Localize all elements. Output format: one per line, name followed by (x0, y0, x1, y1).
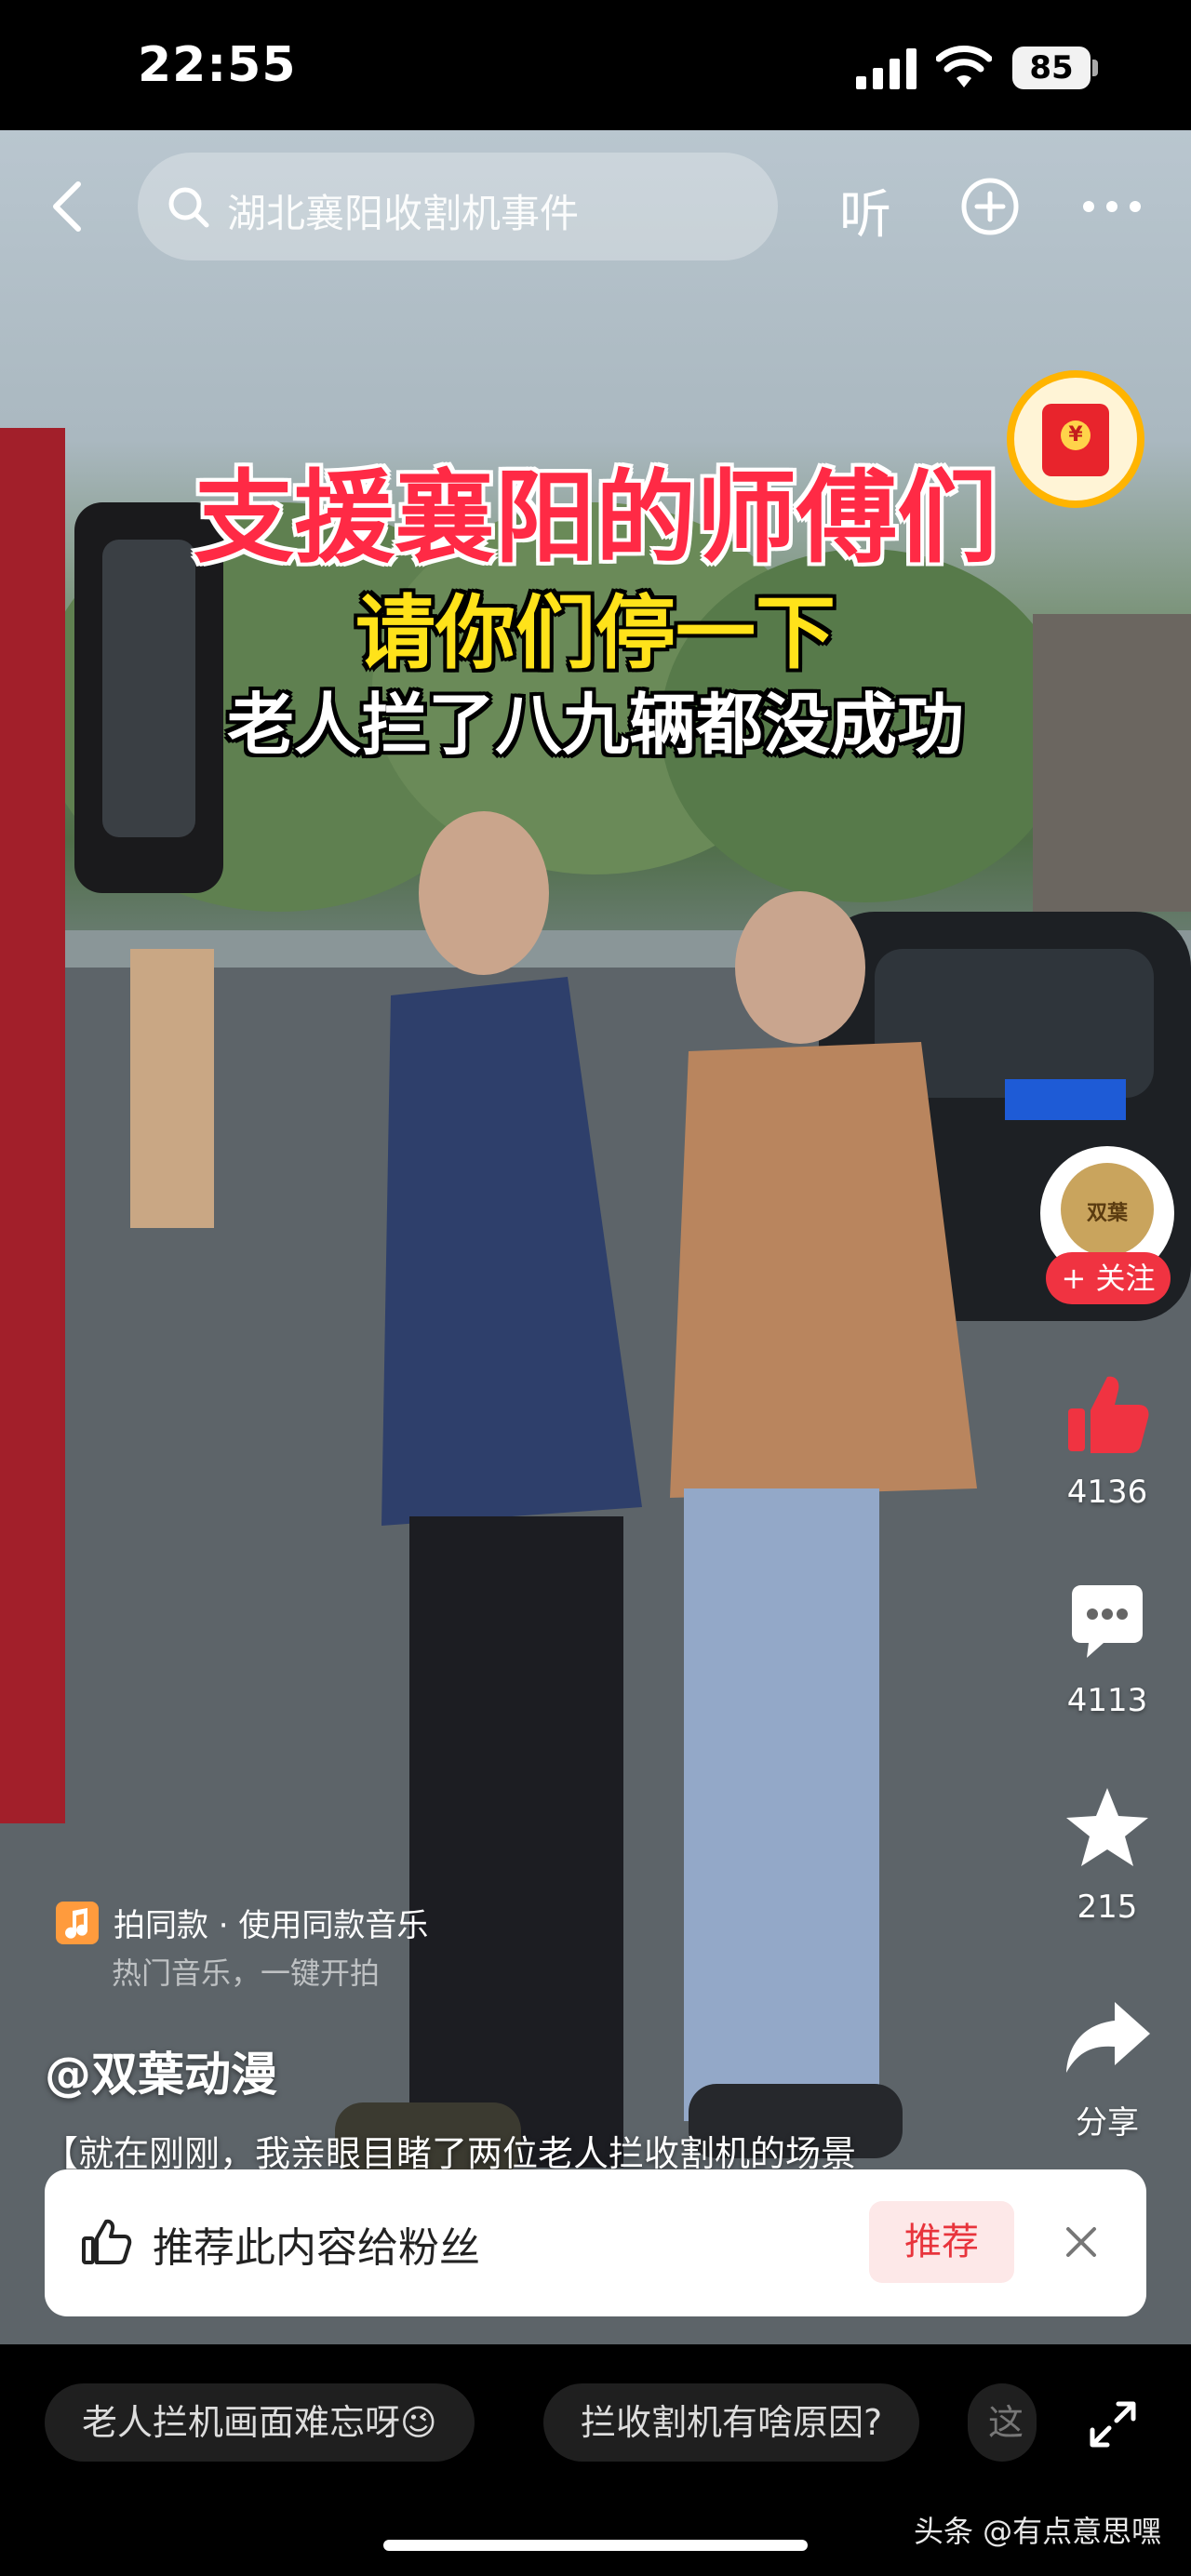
red-envelope-icon: ¥ (1042, 404, 1109, 476)
author-name[interactable]: @双葉动漫 (45, 2037, 277, 2104)
like-button[interactable]: 4136 (1053, 1368, 1161, 1511)
share-arrow-icon (1066, 2002, 1150, 2073)
fullscreen-icon[interactable] (1087, 2398, 1139, 2450)
follow-button[interactable]: + 关注 (1046, 1252, 1171, 1304)
recommend-banner: 推荐此内容给粉丝 推荐 (45, 2169, 1146, 2316)
signal-icon (856, 48, 917, 89)
search-query: 湖北襄阳收割机事件 (227, 191, 580, 236)
suggestion-chip-2[interactable]: 拦收割机有啥原因? (543, 2383, 920, 2462)
back-icon[interactable] (41, 179, 97, 234)
status-time: 22:55 (138, 37, 297, 93)
music-note-icon (56, 1902, 99, 1944)
add-circle-icon[interactable] (960, 177, 1020, 236)
music-chip[interactable]: 拍同款 · 使用同款音乐 热门音乐，一键开拍 (47, 1890, 456, 1995)
music-title: 拍同款 · 使用同款音乐 (114, 1907, 429, 1944)
recommend-button[interactable]: 推荐 (869, 2201, 1014, 2283)
search-icon (168, 187, 209, 228)
battery-icon: 85 (1012, 47, 1098, 89)
suggestion-chip-3[interactable]: 这 (968, 2383, 1037, 2462)
comment-icon (1072, 1585, 1143, 1658)
thumbs-up-outline-icon (82, 2219, 132, 2264)
share-label: 分享 (1076, 2104, 1139, 2142)
share-button[interactable]: 分享 (1053, 1991, 1161, 2142)
music-subtitle: 热门音乐，一键开拍 (112, 1955, 381, 1991)
search-input[interactable]: 湖北襄阳收割机事件 (138, 153, 778, 260)
watermark: 头条 @有点意思嘿 (914, 2514, 1162, 2549)
battery-level: 85 (1029, 49, 1074, 87)
wifi-icon (936, 46, 992, 87)
listen-button[interactable]: 听 (839, 173, 891, 248)
more-icon[interactable] (1079, 177, 1144, 236)
like-count: 4136 (1066, 1474, 1148, 1511)
home-indicator[interactable] (383, 2540, 808, 2551)
favorite-button[interactable]: 215 (1053, 1782, 1161, 1926)
comment-count: 4113 (1066, 1682, 1148, 1719)
favorite-count: 215 (1077, 1889, 1138, 1926)
bottom-bar: 老人拦机画面难忘呀😉 拦收割机有啥原因? 这 头条 @有点意思嘿 (0, 2344, 1191, 2576)
comment-button[interactable]: 4113 (1053, 1576, 1161, 1719)
video-description[interactable]: 【就在刚刚，我亲眼目睹了两位老人拦收割机的场景 (43, 2125, 1029, 2176)
red-packet-button[interactable]: ¥ (1007, 370, 1144, 508)
suggestion-chip-1[interactable]: 老人拦机画面难忘呀😉 (45, 2383, 475, 2462)
close-icon[interactable] (1057, 2218, 1105, 2266)
thumbs-up-icon (1068, 1376, 1149, 1453)
status-bar: 22:55 85 (0, 0, 1191, 130)
star-icon (1066, 1788, 1148, 1866)
caption-line-3: 老人拦了八九辆都没成功 (226, 686, 964, 764)
caption-line-2: 请你们停一下 (355, 587, 836, 680)
recommend-text: 推荐此内容给粉丝 (153, 2224, 480, 2272)
